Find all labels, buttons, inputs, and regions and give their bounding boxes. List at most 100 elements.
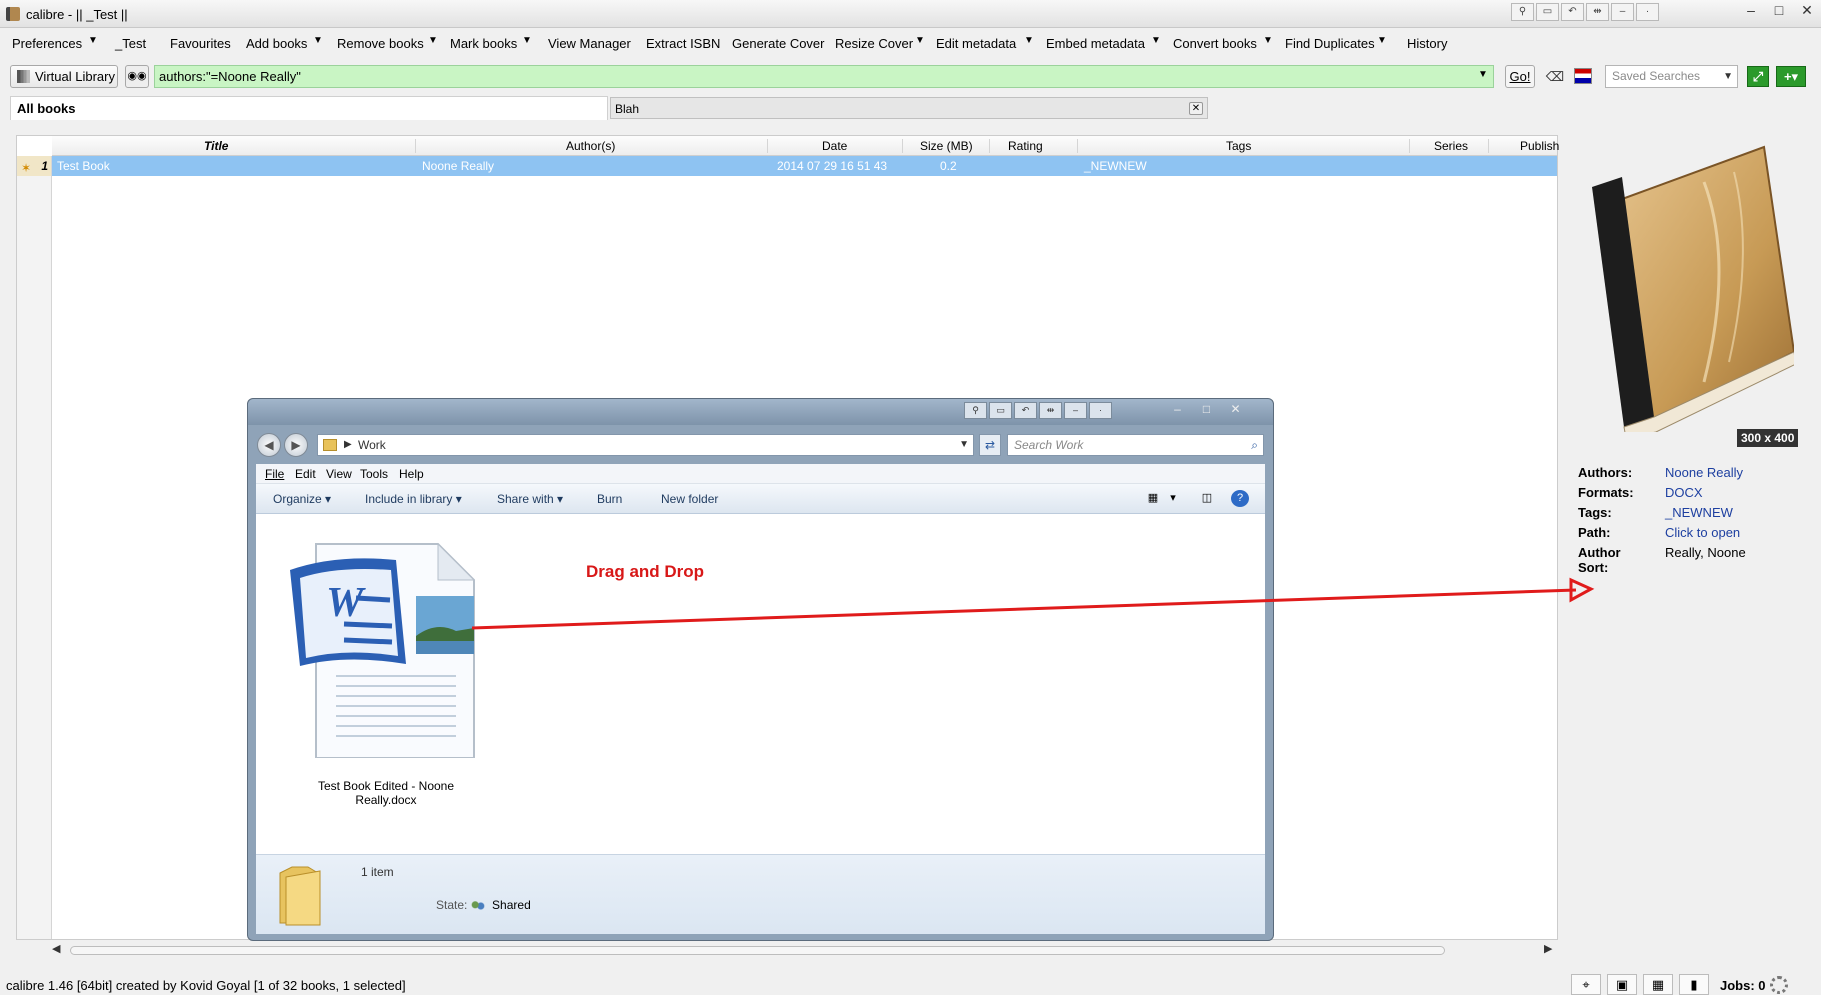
change-view-icon[interactable]: ▦ bbox=[1144, 490, 1162, 507]
row-number[interactable]: ✶ 1 bbox=[17, 156, 52, 176]
toolbar-resize-cover[interactable]: Resize Cover ▼ bbox=[835, 35, 925, 51]
toolbar-test[interactable]: _Test bbox=[115, 36, 146, 51]
chevron-down-icon[interactable]: ▼ bbox=[1263, 35, 1273, 46]
tab-all-books[interactable]: All books bbox=[10, 96, 608, 120]
chevron-down-icon[interactable]: ▼ bbox=[1024, 35, 1034, 46]
dot-icon[interactable]: · bbox=[1089, 402, 1112, 419]
minimize-small-icon[interactable]: – bbox=[1611, 3, 1634, 21]
chevron-down-icon[interactable]: ▼ bbox=[313, 35, 323, 46]
explorer-search-input[interactable]: Search Work ⌕ bbox=[1007, 434, 1264, 456]
dot-icon[interactable]: · bbox=[1636, 3, 1659, 21]
book-cover-image[interactable] bbox=[1584, 142, 1794, 432]
minimize-icon[interactable]: – bbox=[1737, 0, 1765, 22]
chevron-down-icon[interactable]: ▼ bbox=[522, 35, 532, 46]
toolbar-convert-books[interactable]: Convert books ▼ bbox=[1173, 35, 1273, 51]
add-saved-search-icon[interactable]: +▾ bbox=[1776, 66, 1806, 87]
preview-pane-icon[interactable]: ◫ bbox=[1198, 490, 1216, 507]
menu-help[interactable]: Help bbox=[399, 467, 424, 481]
refresh-icon[interactable]: ⇄ bbox=[979, 434, 1001, 456]
save-search-icon[interactable]: ⤢ bbox=[1747, 66, 1769, 87]
chevron-down-icon[interactable]: ▼ bbox=[428, 35, 438, 46]
restore-small-icon[interactable]: ▭ bbox=[989, 402, 1012, 419]
menu-file[interactable]: File bbox=[265, 467, 284, 481]
explorer-file-area[interactable]: W Test Book Edited - Noone Really.docx D… bbox=[256, 514, 1265, 854]
horizontal-scrollbar[interactable]: ◀ ▶ bbox=[52, 942, 1557, 958]
chevron-down-icon[interactable]: ▼ bbox=[88, 35, 98, 46]
menu-tools[interactable]: Tools bbox=[360, 467, 388, 481]
minimize-icon[interactable]: – bbox=[1164, 401, 1191, 419]
undo-icon[interactable]: ↶ bbox=[1014, 402, 1037, 419]
share-with-button[interactable]: Share with ▾ bbox=[497, 492, 563, 506]
column-rating[interactable]: Rating bbox=[1008, 139, 1043, 153]
author-link[interactable]: Noone Really bbox=[1665, 465, 1743, 480]
include-in-library-button[interactable]: Include in library ▾ bbox=[365, 492, 462, 506]
toolbar-find-duplicates[interactable]: Find Duplicates ▼ bbox=[1285, 35, 1387, 51]
scroll-right-icon[interactable]: ▶ bbox=[1544, 942, 1552, 955]
path-link[interactable]: Click to open bbox=[1665, 525, 1740, 540]
pin-icon[interactable]: ⚲ bbox=[964, 402, 987, 419]
binoculars-icon[interactable]: ◉◉ bbox=[125, 65, 149, 88]
undo-icon[interactable]: ↶ bbox=[1561, 3, 1584, 21]
column-title[interactable]: Title bbox=[204, 139, 228, 153]
close-icon[interactable]: ✕ bbox=[1222, 401, 1249, 419]
resize-icon[interactable]: ⇹ bbox=[1586, 3, 1609, 21]
organize-button[interactable]: Organize ▾ bbox=[273, 492, 331, 506]
back-arrow-icon[interactable]: ◀ bbox=[257, 433, 281, 457]
search-input[interactable] bbox=[154, 65, 1494, 88]
column-authors[interactable]: Author(s) bbox=[566, 139, 615, 153]
new-folder-button[interactable]: New folder bbox=[661, 492, 718, 506]
scroll-left-icon[interactable]: ◀ bbox=[52, 942, 60, 955]
forward-arrow-icon[interactable]: ▶ bbox=[284, 433, 308, 457]
tab-blah[interactable]: Blah ✕ bbox=[610, 97, 1208, 119]
tag-browser-icon[interactable]: ⌖ bbox=[1571, 974, 1601, 995]
go-button[interactable]: Go! bbox=[1505, 65, 1535, 88]
column-date[interactable]: Date bbox=[822, 139, 847, 153]
help-icon[interactable]: ? bbox=[1231, 490, 1249, 507]
resize-icon[interactable]: ⇹ bbox=[1039, 402, 1062, 419]
book-details-icon[interactable]: ▣ bbox=[1607, 974, 1637, 995]
toolbar-preferences[interactable]: Preferences ▼ bbox=[12, 35, 98, 51]
tag-link[interactable]: _NEWNEW bbox=[1665, 505, 1733, 520]
chevron-down-icon[interactable]: ▼ bbox=[1478, 69, 1488, 80]
saved-searches-select[interactable]: Saved Searches ▼ bbox=[1605, 65, 1738, 88]
toolbar-edit-metadata[interactable]: Edit metadata ▼ bbox=[936, 35, 1034, 51]
word-document-icon[interactable]: W bbox=[286, 536, 476, 758]
toolbar-favourites[interactable]: Favourites bbox=[170, 36, 231, 51]
menu-edit[interactable]: Edit bbox=[295, 467, 316, 481]
highlight-toggle-icon[interactable] bbox=[1574, 68, 1592, 84]
column-published[interactable]: Publish bbox=[1520, 139, 1559, 153]
close-tab-icon[interactable]: ✕ bbox=[1189, 102, 1203, 115]
table-row[interactable]: ✶ 1 Test Book Noone Really 2014 07 29 16… bbox=[17, 156, 1557, 176]
file-explorer-window[interactable]: ⚲ ▭ ↶ ⇹ – · – □ ✕ ◀ ▶ ▶ Work ▼ ⇄ Search … bbox=[247, 398, 1274, 941]
restore-small-icon[interactable]: ▭ bbox=[1536, 3, 1559, 21]
chevron-down-icon[interactable]: ▼ bbox=[915, 35, 925, 46]
column-tags[interactable]: Tags bbox=[1226, 139, 1251, 153]
file-name-label[interactable]: Test Book Edited - Noone Really.docx bbox=[286, 779, 486, 807]
pin-icon[interactable]: ⚲ bbox=[1511, 3, 1534, 21]
menu-view[interactable]: View bbox=[326, 467, 352, 481]
toolbar-remove-books[interactable]: Remove books ▼ bbox=[337, 35, 438, 51]
burn-button[interactable]: Burn bbox=[597, 492, 622, 506]
explorer-title-bar[interactable]: ⚲ ▭ ↶ ⇹ – · – □ ✕ bbox=[248, 399, 1273, 425]
address-bar[interactable]: ▶ Work ▼ bbox=[317, 434, 974, 456]
scrollbar-thumb[interactable] bbox=[70, 946, 1445, 955]
virtual-library-button[interactable]: Virtual Library bbox=[10, 65, 118, 88]
cover-grid-icon[interactable]: ▦ bbox=[1643, 974, 1673, 995]
cover-browser-icon[interactable]: ▮ bbox=[1679, 974, 1709, 995]
search-icon[interactable]: ⌕ bbox=[1251, 435, 1258, 455]
toolbar-history[interactable]: History bbox=[1407, 36, 1447, 51]
chevron-down-icon[interactable]: ▼ bbox=[959, 435, 969, 455]
chevron-down-icon[interactable]: ▼ bbox=[1377, 35, 1387, 46]
chevron-down-icon[interactable]: ▾ bbox=[1164, 490, 1182, 507]
toolbar-add-books[interactable]: Add books ▼ bbox=[246, 35, 323, 51]
maximize-icon[interactable]: □ bbox=[1193, 401, 1220, 419]
minimize-small-icon[interactable]: – bbox=[1064, 402, 1087, 419]
breadcrumb-arrow-icon[interactable]: ▶ bbox=[344, 435, 352, 455]
close-icon[interactable]: ✕ bbox=[1793, 0, 1821, 22]
jobs-count[interactable]: Jobs: 0 bbox=[1720, 978, 1766, 993]
breadcrumb-work[interactable]: Work bbox=[358, 438, 386, 452]
chevron-down-icon[interactable]: ▼ bbox=[1151, 35, 1161, 46]
row-cells[interactable]: Test Book Noone Really 2014 07 29 16 51 … bbox=[52, 156, 1557, 176]
column-series[interactable]: Series bbox=[1434, 139, 1468, 153]
format-link[interactable]: DOCX bbox=[1665, 485, 1703, 500]
